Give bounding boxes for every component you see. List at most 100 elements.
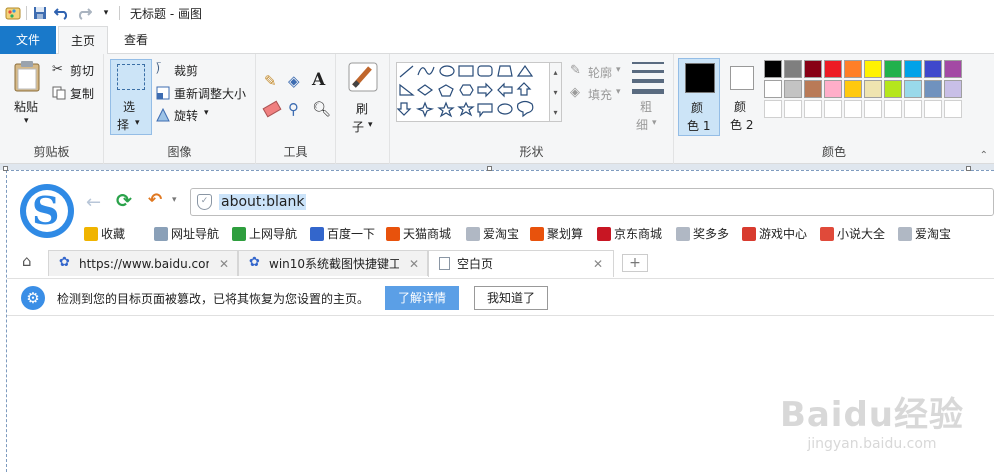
save-icon[interactable]	[31, 4, 49, 22]
cut-button[interactable]: ✂ 剪切	[52, 60, 102, 80]
color-swatch[interactable]	[924, 60, 942, 78]
favorite-site-icon	[676, 226, 690, 241]
custom-color-slot[interactable]	[844, 100, 862, 118]
favorite-link[interactable]: 爱淘宝	[898, 225, 951, 242]
color-swatch[interactable]	[804, 80, 822, 98]
dismiss-button[interactable]: 我知道了	[474, 286, 548, 310]
color-swatch[interactable]	[944, 60, 962, 78]
pencil-icon[interactable]: ✎	[264, 72, 277, 90]
color1-label-2: 色 1	[687, 119, 711, 133]
color-swatch[interactable]	[864, 80, 882, 98]
color-swatch[interactable]	[804, 60, 822, 78]
redo-icon[interactable]	[75, 4, 93, 22]
size-line-icon	[632, 62, 664, 64]
favorite-link[interactable]: 小说大全	[820, 225, 885, 242]
custom-color-slot[interactable]	[944, 100, 962, 118]
tab-file[interactable]: 文件	[0, 26, 56, 54]
favorite-link[interactable]: 网址导航	[154, 225, 219, 242]
custom-color-slot[interactable]	[784, 100, 802, 118]
learn-more-button[interactable]: 了解详情	[385, 286, 459, 310]
browser-tab[interactable]: ✿ win10系统截图快捷键工 ✕	[238, 250, 428, 276]
rotate-button[interactable]: 旋转 ▾	[156, 105, 254, 125]
custom-color-slot[interactable]	[884, 100, 902, 118]
color-swatch[interactable]	[864, 60, 882, 78]
magnifier-icon[interactable]: 🔍︎	[312, 100, 331, 118]
address-bar[interactable]: ✓ about:blank	[190, 188, 994, 216]
close-icon[interactable]: ✕	[409, 251, 419, 277]
favorite-link[interactable]: 聚划算	[530, 225, 583, 242]
close-icon[interactable]: ✕	[593, 251, 603, 277]
color-swatch[interactable]	[904, 80, 922, 98]
favorite-link[interactable]: 收藏	[84, 225, 125, 242]
color2-button[interactable]: 颜 色 2	[724, 58, 764, 136]
favorite-link[interactable]: 奖多多	[676, 225, 729, 242]
color-swatch[interactable]	[924, 80, 942, 98]
browser-tab[interactable]: ✿ https://www.baidu.com ✕	[48, 250, 238, 276]
address-text[interactable]: about:blank	[219, 194, 307, 210]
tab-home[interactable]: 主页	[58, 26, 108, 55]
shapes-gallery[interactable]	[396, 62, 550, 122]
chevron-down-icon: ▾	[135, 118, 140, 128]
paint-app-icon[interactable]	[4, 4, 22, 22]
favorite-link[interactable]: 百度一下	[310, 225, 375, 242]
new-tab-button[interactable]: +	[622, 254, 648, 272]
undo-icon[interactable]	[53, 4, 71, 22]
paste-button[interactable]: 粘贴 ▾	[6, 58, 46, 130]
size-button[interactable]: 粗 细 ▾	[626, 60, 670, 136]
color-swatch[interactable]	[844, 80, 862, 98]
color-swatch[interactable]	[824, 80, 842, 98]
color-swatch[interactable]	[784, 60, 802, 78]
crop-button[interactable]: ⟌ 裁剪	[156, 60, 254, 80]
color-swatch[interactable]	[764, 80, 782, 98]
select-button[interactable]: 选 择 ▾	[110, 59, 152, 135]
favorite-label: 上网导航	[249, 227, 298, 241]
custom-color-slot[interactable]	[824, 100, 842, 118]
close-icon[interactable]: ✕	[219, 251, 229, 277]
color-swatch[interactable]	[844, 60, 862, 78]
favorite-site-icon	[386, 226, 400, 241]
favorite-site-icon	[232, 226, 246, 241]
browser-tab-label: 空白页	[457, 257, 494, 271]
refresh-icon[interactable]: ⟳	[116, 190, 132, 212]
custom-color-slot[interactable]	[764, 100, 782, 118]
color-picker-icon[interactable]: ⚲	[288, 100, 299, 118]
color-swatch[interactable]	[784, 80, 802, 98]
color-swatch[interactable]	[944, 80, 962, 98]
browser-tab-active[interactable]: 空白页 ✕	[428, 250, 614, 277]
customize-toolbar-icon[interactable]: ▾	[97, 4, 115, 22]
color-swatch[interactable]	[884, 80, 902, 98]
eraser-icon[interactable]	[262, 100, 282, 118]
selection-handle[interactable]	[966, 166, 971, 171]
resize-button[interactable]: 重新调整大小	[156, 83, 254, 103]
resize-icon	[156, 86, 170, 100]
favorite-link[interactable]: 天猫商城	[386, 225, 451, 242]
color-swatch[interactable]	[884, 60, 902, 78]
copy-button[interactable]: 复制	[52, 83, 102, 103]
color-swatch[interactable]	[904, 60, 922, 78]
home-icon[interactable]: ⌂	[22, 252, 32, 270]
back-icon[interactable]: ←	[86, 192, 101, 213]
color-swatch[interactable]	[764, 60, 782, 78]
custom-color-slot[interactable]	[804, 100, 822, 118]
favorite-link[interactable]: 上网导航	[232, 225, 297, 242]
custom-color-slot[interactable]	[864, 100, 882, 118]
favorite-label: 网址导航	[171, 227, 220, 241]
favorite-link[interactable]: 京东商城	[597, 225, 662, 242]
color1-button[interactable]: 颜 色 1	[678, 58, 720, 136]
tab-view[interactable]: 查看	[112, 26, 160, 54]
selection-handle[interactable]	[487, 166, 492, 171]
custom-color-slot[interactable]	[904, 100, 922, 118]
text-tool-icon[interactable]: A	[312, 70, 325, 90]
fill-bucket-icon[interactable]: ◈	[288, 72, 300, 90]
favorite-link[interactable]: 游戏中心	[742, 225, 807, 242]
favorite-site-icon	[154, 226, 168, 241]
undo-close-icon[interactable]: ↶	[148, 190, 162, 210]
custom-color-slot[interactable]	[924, 100, 942, 118]
collapse-ribbon-icon[interactable]: ⌃	[980, 150, 988, 161]
favorite-link[interactable]: 爱淘宝	[466, 225, 519, 242]
chevron-down-icon[interactable]: ▾	[172, 195, 177, 205]
color-swatch[interactable]	[824, 60, 842, 78]
brushes-button[interactable]: 刷 子 ▾	[340, 60, 386, 138]
selection-handle[interactable]	[3, 166, 8, 171]
shapes-scroll[interactable]: ▴ ▾ ▾	[550, 62, 562, 122]
